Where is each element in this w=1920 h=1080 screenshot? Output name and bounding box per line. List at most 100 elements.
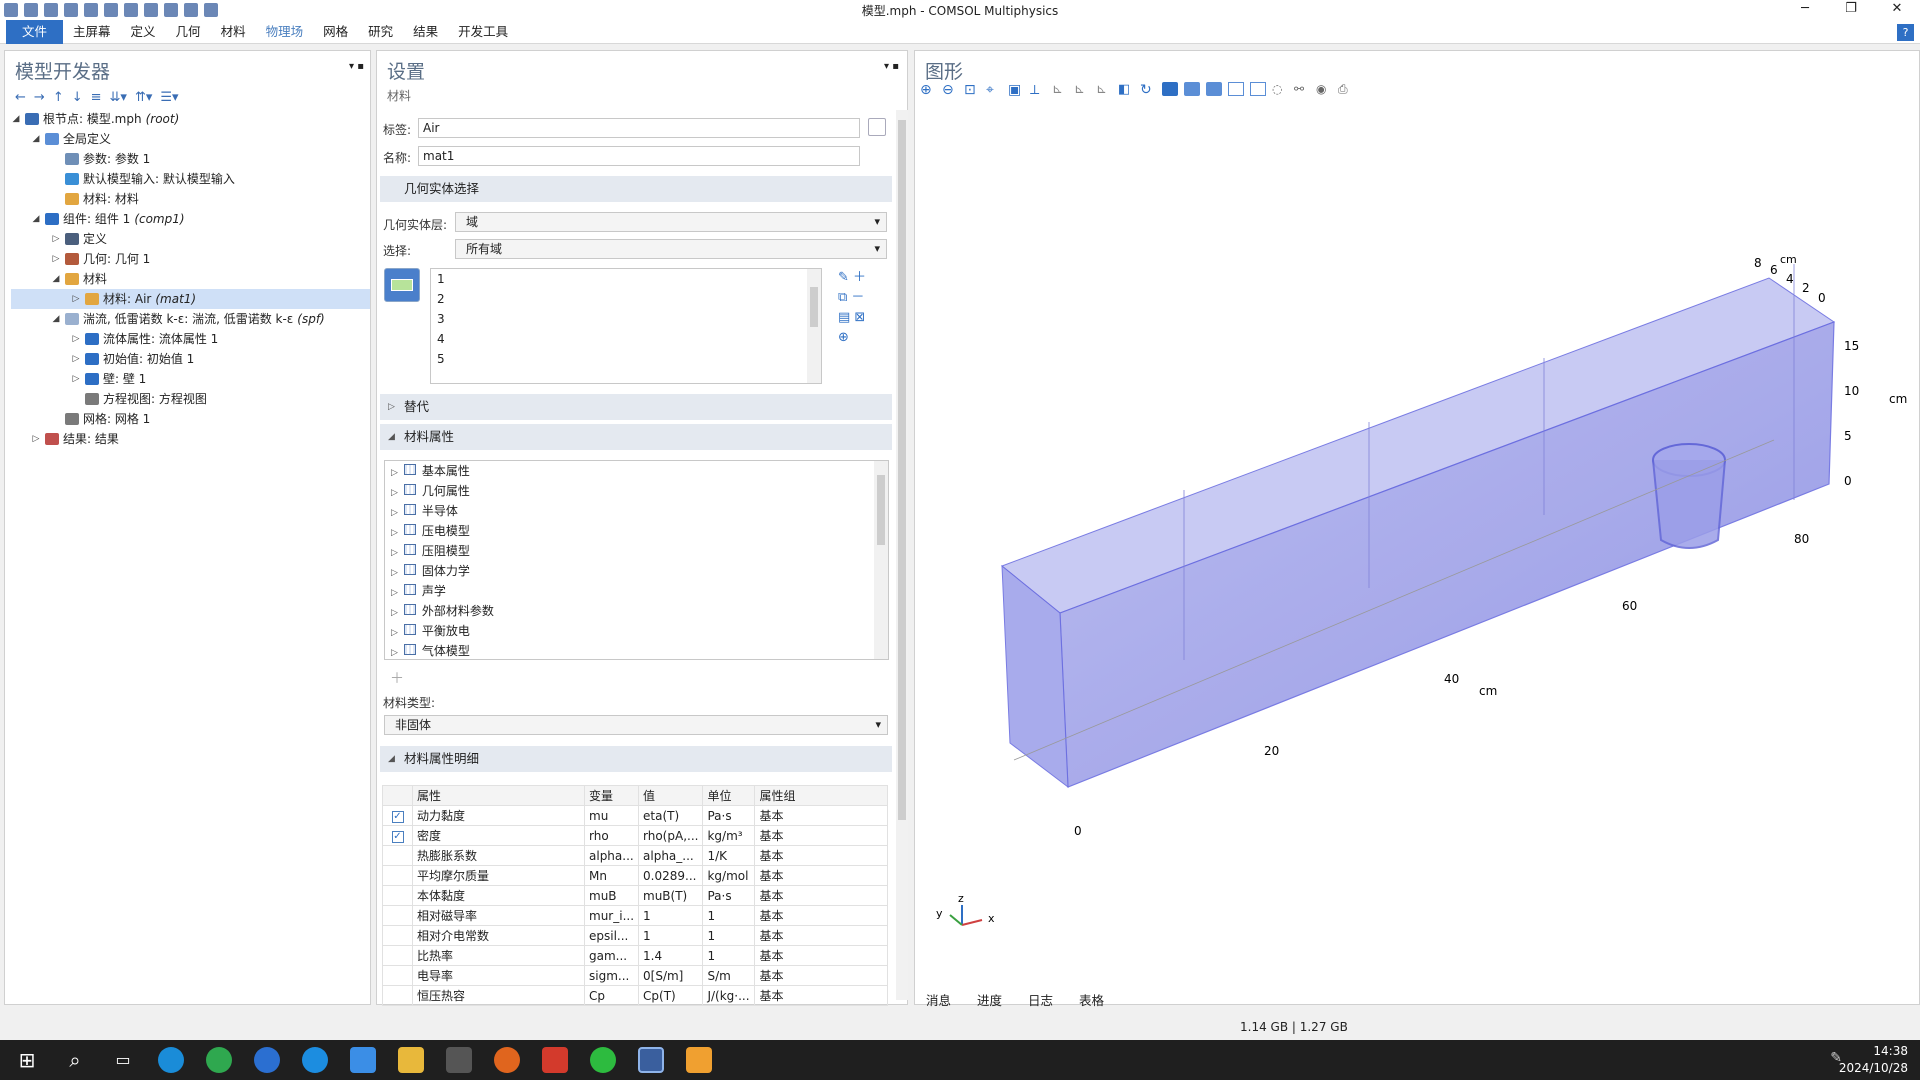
- tree-node[interactable]: ▷ 壁: 壁 1: [11, 369, 370, 389]
- duplicate-icon[interactable]: [164, 3, 178, 17]
- value-cell[interactable]: eta(T): [638, 805, 704, 826]
- app-office-icon[interactable]: [542, 1047, 568, 1073]
- list-item[interactable]: 2: [431, 289, 821, 309]
- edge-browser-icon[interactable]: [158, 1047, 184, 1073]
- tab-definitions[interactable]: 定义: [121, 20, 166, 44]
- minimize-icon[interactable]: ─: [1782, 0, 1828, 20]
- expand-toggle-icon[interactable]: ▷: [71, 369, 81, 389]
- clock[interactable]: 14:38 2024/10/28: [1839, 1043, 1908, 1077]
- table-row[interactable]: 比热率 gam... 1.4 1 基本: [382, 945, 888, 966]
- select-boundary-icon[interactable]: [1184, 82, 1200, 96]
- expand-toggle-icon[interactable]: ▷: [391, 468, 398, 478]
- view-options-icon[interactable]: ☰▾: [160, 90, 178, 105]
- tree-node[interactable]: 参数: 参数 1: [11, 149, 370, 169]
- zoom-out-icon[interactable]: ⊖: [942, 82, 958, 98]
- new-file-icon[interactable]: [4, 3, 18, 17]
- col-variable[interactable]: 变量: [583, 785, 640, 806]
- copy-selection-icon[interactable]: ⧉ －: [838, 288, 866, 308]
- maximize-icon[interactable]: ❐: [1828, 0, 1874, 20]
- select-objects-icon[interactable]: [1162, 82, 1178, 96]
- value-cell[interactable]: alpha_...: [638, 845, 704, 866]
- checkbox-cell[interactable]: [382, 845, 413, 866]
- table-row[interactable]: 电导率 sigm... 0[S/m] S/m 基本: [382, 965, 888, 986]
- property-group-item[interactable]: ▷ 固体力学: [385, 561, 888, 581]
- paste-selection-icon[interactable]: ▤ ⊠: [838, 308, 866, 328]
- expand-toggle-icon[interactable]: ◢: [51, 269, 61, 289]
- expand-toggle-icon[interactable]: ▷: [391, 508, 398, 518]
- name-field[interactable]: mat1: [418, 146, 860, 166]
- table-row[interactable]: 本体黏度 muB muB(T) Pa·s 基本: [382, 885, 888, 906]
- value-cell[interactable]: 1: [638, 925, 704, 946]
- table-row[interactable]: 热膨胀系数 alpha... alpha_... 1/K 基本: [382, 845, 888, 866]
- tree-node[interactable]: ▷ 流体属性: 流体属性 1: [11, 329, 370, 349]
- tab-materials[interactable]: 材料: [211, 20, 256, 44]
- selection-list-icon[interactable]: ⚯: [1294, 82, 1310, 96]
- delete-icon[interactable]: [184, 3, 198, 17]
- panel-pin-icon[interactable]: ▾ ▪: [884, 61, 899, 72]
- tree-node[interactable]: ▷ 结果: 结果: [11, 429, 370, 449]
- screenshot-icon[interactable]: ◉: [1316, 82, 1332, 96]
- tab-mesh[interactable]: 网格: [313, 20, 358, 44]
- scroll-thumb[interactable]: [810, 287, 818, 327]
- views-icon[interactable]: ⟂: [1030, 82, 1046, 98]
- zoom-selection-icon[interactable]: ⊕: [838, 328, 866, 348]
- tree-node[interactable]: ◢ 根节点: 模型.mph (root): [11, 109, 370, 129]
- graphics-canvas[interactable]: 0 20 40 60 80 cm 0 5 10 15 cm 0 2 4 6 8 …: [914, 100, 1920, 980]
- open-file-icon[interactable]: [24, 3, 38, 17]
- expand-toggle-icon[interactable]: ◢: [51, 309, 61, 329]
- expand-toggle-icon[interactable]: ◢: [11, 109, 21, 129]
- tree-node[interactable]: ◢ 全局定义: [11, 129, 370, 149]
- property-group-item[interactable]: ▷ 气体模型: [385, 641, 888, 659]
- value-cell[interactable]: 1: [638, 905, 704, 926]
- tab-log[interactable]: 日志: [1022, 988, 1059, 1011]
- props-scrollbar[interactable]: [874, 461, 888, 659]
- tree-node[interactable]: 方程视图: 方程视图: [11, 389, 370, 409]
- checkbox-cell[interactable]: ✓: [382, 805, 413, 826]
- expand-toggle-icon[interactable]: ▷: [391, 548, 398, 558]
- tab-messages[interactable]: 消息: [920, 988, 957, 1011]
- tree-node[interactable]: 材料: 材料: [11, 189, 370, 209]
- value-cell[interactable]: rho(pA,...: [638, 825, 704, 846]
- property-group-item[interactable]: ▷ 几何属性: [385, 481, 888, 501]
- expand-toggle-icon[interactable]: ▷: [31, 429, 41, 449]
- property-group-item[interactable]: ▷ 半导体: [385, 501, 888, 521]
- tree-node[interactable]: ▷ 材料: Air (mat1): [11, 289, 370, 309]
- save-icon[interactable]: [44, 3, 58, 17]
- table-row[interactable]: 相对磁导率 mur_i... 1 1 基本: [382, 905, 888, 926]
- tree-node[interactable]: ▷ 定义: [11, 229, 370, 249]
- expand-toggle-icon[interactable]: ▷: [391, 648, 398, 658]
- active-toggle-button[interactable]: [384, 268, 420, 302]
- tab-physics[interactable]: 物理场: [256, 20, 314, 44]
- zoom-in-icon[interactable]: ⊕: [920, 82, 936, 98]
- tree-node[interactable]: ◢ 湍流, 低雷诺数 k-ε: 湍流, 低雷诺数 k-ε (spf): [11, 309, 370, 329]
- collapse-icon[interactable]: ⇈▾: [135, 90, 152, 105]
- entity-level-select[interactable]: 域: [455, 212, 887, 232]
- material-type-select[interactable]: 非固体: [384, 715, 888, 735]
- tree-node[interactable]: ▷ 几何: 几何 1: [11, 249, 370, 269]
- select-domain-icon[interactable]: [1206, 82, 1222, 96]
- expand-toggle-icon[interactable]: ▷: [391, 528, 398, 538]
- label-edit-icon[interactable]: [868, 118, 886, 136]
- expand-toggle-icon[interactable]: ▷: [391, 568, 398, 578]
- list-item[interactable]: 5: [431, 349, 821, 369]
- tab-progress[interactable]: 进度: [971, 988, 1008, 1011]
- app-wb-icon[interactable]: [446, 1047, 472, 1073]
- expand-toggle-icon[interactable]: ▷: [391, 488, 398, 498]
- label-field[interactable]: Air: [418, 118, 860, 138]
- scene-light-icon[interactable]: ◧: [1118, 82, 1134, 97]
- rotate-icon[interactable]: ↻: [1140, 82, 1156, 98]
- redo-icon[interactable]: [104, 3, 118, 17]
- expand-toggle-icon[interactable]: ▷: [51, 249, 61, 269]
- checkbox-cell[interactable]: [382, 965, 413, 986]
- expand-toggle-icon[interactable]: ▷: [71, 329, 81, 349]
- expand-icon[interactable]: ⇊▾: [110, 90, 127, 105]
- build-icon[interactable]: [204, 3, 218, 17]
- center-icon[interactable]: ⌖: [986, 82, 1002, 98]
- app-s-icon[interactable]: [254, 1047, 280, 1073]
- panel-menu-icon[interactable]: ▾ ▪: [349, 61, 364, 72]
- forward-icon[interactable]: →: [34, 90, 45, 105]
- property-group-item[interactable]: ▷ 外部材料参数: [385, 601, 888, 621]
- tab-file[interactable]: 文件: [6, 19, 64, 44]
- expand-toggle-icon[interactable]: ▷: [71, 289, 81, 309]
- property-group-item[interactable]: ▷ 压阻模型: [385, 541, 888, 561]
